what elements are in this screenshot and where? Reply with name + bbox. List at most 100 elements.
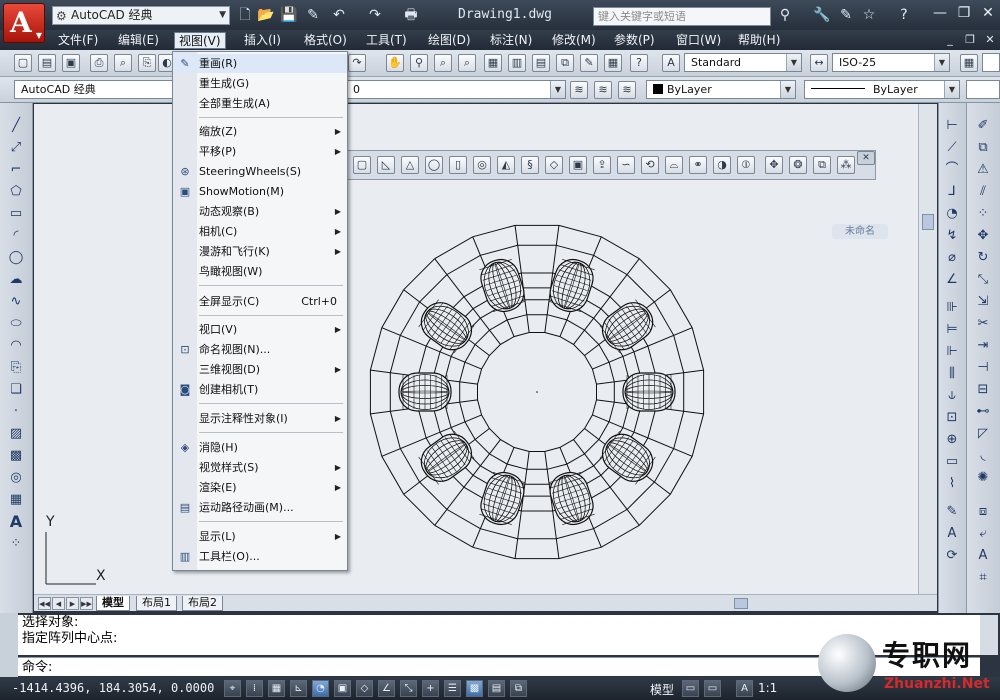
menu-edit[interactable]: 编辑(E) xyxy=(114,32,163,49)
revision-cloud-icon[interactable]: ☁ xyxy=(6,271,26,289)
menu-file[interactable]: 文件(F) xyxy=(54,32,102,49)
continue-dim-icon[interactable]: ⊩ xyxy=(942,343,962,361)
make-layer-current-icon[interactable]: ≋ xyxy=(570,81,588,99)
save-icon[interactable]: ▣ xyxy=(62,54,80,72)
object-snap-tracking-icon[interactable]: ∠ xyxy=(378,680,395,697)
fillet-icon[interactable]: ◟ xyxy=(973,447,993,465)
workspace-switcher[interactable]: ⚙ AutoCAD 经典 ▼ xyxy=(52,6,230,25)
point-icon[interactable]: · xyxy=(6,403,26,421)
tool-palettes-icon[interactable]: ▤ xyxy=(532,54,550,72)
menu-item-redraw[interactable]: ✎ 重画(R) xyxy=(173,54,347,73)
save-icon[interactable]: 💾 xyxy=(280,6,298,24)
viewcube-named-view[interactable]: 未命名 xyxy=(832,224,888,239)
menu-item-hide[interactable]: ◈ 消隐(H) xyxy=(173,438,347,457)
text-style-combo[interactable]: Standard ▼ xyxy=(684,53,802,72)
line-icon[interactable]: ╱ xyxy=(6,117,26,135)
menu-item-named-views[interactable]: ⊡ 命名视图(N)... xyxy=(173,340,347,359)
hatch-icon[interactable]: ▨ xyxy=(6,425,26,443)
grid-display-icon[interactable]: ▦ xyxy=(268,680,285,697)
transparency-icon[interactable]: ▩ xyxy=(466,680,483,697)
help-icon[interactable]: ? xyxy=(630,54,648,72)
draworder-icon[interactable]: ⧈ xyxy=(973,503,993,521)
menu-window[interactable]: 窗口(W) xyxy=(672,32,725,49)
menu-dimension[interactable]: 标注(N) xyxy=(486,32,536,49)
last-tab-icon[interactable]: ▶▶ xyxy=(80,597,93,610)
markup-icon[interactable]: ✎ xyxy=(580,54,598,72)
menu-item-aerial-view[interactable]: 鸟瞰视图(W) xyxy=(173,262,347,281)
planar-surface-icon[interactable]: ◇ xyxy=(545,156,563,174)
menu-item-3d-views[interactable]: 三维视图(D) ▶ xyxy=(173,360,347,379)
diameter-dim-icon[interactable]: ⌀ xyxy=(942,249,962,267)
array-icon[interactable]: ⁘ xyxy=(973,205,993,223)
polyline-icon[interactable]: ⌐ xyxy=(6,161,26,179)
plot-icon[interactable]: ⎙ xyxy=(90,54,108,72)
ellipse-arc-icon[interactable]: ◠ xyxy=(6,337,26,355)
arc-icon[interactable]: ◜ xyxy=(6,227,26,245)
offset-icon[interactable]: ⫽ xyxy=(973,183,993,201)
circle-icon[interactable]: ◯ xyxy=(6,249,26,267)
dim-style-icon[interactable]: ↔ xyxy=(810,54,828,72)
dim-update-icon[interactable]: ⟳ xyxy=(942,547,962,565)
help-icon[interactable]: ? xyxy=(894,6,914,24)
menu-item-render[interactable]: 渲染(E) ▶ xyxy=(173,478,347,497)
menu-item-steeringwheels[interactable]: ⊛ SteeringWheels(S) xyxy=(173,162,347,181)
chamfer-icon[interactable]: ◸ xyxy=(973,425,993,443)
scroll-thumb[interactable] xyxy=(922,214,934,230)
zoom-window-icon[interactable]: ⌕ xyxy=(434,54,452,72)
linetype-combo[interactable]: ByLayer ▼ xyxy=(804,80,960,99)
redo-icon[interactable]: ↷ xyxy=(366,6,384,24)
torus-icon[interactable]: ◎ xyxy=(473,156,491,174)
dim-space-icon[interactable]: ⫼ xyxy=(942,365,962,383)
intersect-icon[interactable]: ⦶ xyxy=(737,156,755,174)
text-icon[interactable]: A xyxy=(973,547,993,565)
menu-draw[interactable]: 绘图(D) xyxy=(424,32,475,49)
quick-dim-icon[interactable]: ⊪ xyxy=(942,299,962,317)
cylinder-icon[interactable]: ▯ xyxy=(449,156,467,174)
menu-view[interactable]: 视图(V) xyxy=(174,32,226,49)
scale-icon[interactable]: ⤡ xyxy=(973,271,993,289)
plot-preview-icon[interactable]: ⌕ xyxy=(114,54,132,72)
union-icon[interactable]: ⚭ xyxy=(689,156,707,174)
binoculars-icon[interactable]: ⚲ xyxy=(775,6,795,24)
menu-item-fullscreen[interactable]: 全屏显示(C) Ctrl+0 xyxy=(173,292,347,311)
menu-item-toolbars[interactable]: ▥ 工具栏(O)... xyxy=(173,547,347,566)
sweep-icon[interactable]: ∽ xyxy=(617,156,635,174)
helix-icon[interactable]: § xyxy=(521,156,539,174)
ellipse-icon[interactable]: ⬭ xyxy=(6,315,26,333)
dim-text-edit-icon[interactable]: A xyxy=(942,525,962,543)
rectangle-icon[interactable]: ▭ xyxy=(6,205,26,223)
quickcalc-icon[interactable]: ▦ xyxy=(604,54,622,72)
menu-parametric[interactable]: 参数(P) xyxy=(610,32,659,49)
show-lineweight-icon[interactable]: ☰ xyxy=(444,680,461,697)
layer-combo[interactable]: 0 ▼ xyxy=(346,80,566,99)
search-input[interactable]: 键入关键字或短语 xyxy=(593,7,771,26)
dynamic-ucs-icon[interactable]: ⤡ xyxy=(400,680,417,697)
communication-center-icon[interactable]: 🔧 xyxy=(812,6,832,24)
ordinate-dim-icon[interactable]: ⅃ xyxy=(942,183,962,201)
design-center-icon[interactable]: ▥ xyxy=(508,54,526,72)
extend-icon[interactable]: ⇥ xyxy=(973,337,993,355)
menu-item-motion-path[interactable]: ▤ 运动路径动画(M)... xyxy=(173,498,347,517)
wedge-icon[interactable]: △ xyxy=(401,156,419,174)
polygon-icon[interactable]: ⬠ xyxy=(6,183,26,201)
command-window-handle[interactable] xyxy=(0,613,18,677)
trim-icon[interactable]: ✂ xyxy=(973,315,993,333)
construction-line-icon[interactable]: ⤢ xyxy=(6,139,26,157)
baseline-dim-icon[interactable]: ⊨ xyxy=(942,321,962,339)
dynamic-input-icon[interactable]: + xyxy=(422,680,439,697)
favorites-star-icon[interactable]: ☆ xyxy=(859,6,879,24)
add-selected-icon[interactable]: ⁘ xyxy=(6,535,26,553)
first-tab-icon[interactable]: ◀◀ xyxy=(38,597,51,610)
menu-item-orbit[interactable]: 动态观察(B) ▶ xyxy=(173,202,347,221)
mirror-icon[interactable]: ⚠ xyxy=(973,161,993,179)
open-file-icon[interactable]: 📂 xyxy=(257,6,275,24)
new-file-icon[interactable]: 🗋 xyxy=(236,6,254,24)
spline-icon[interactable]: ∿ xyxy=(6,293,26,311)
subscription-icon[interactable]: ✎ xyxy=(836,6,856,24)
table-icon[interactable]: ▦ xyxy=(6,491,26,509)
color-combo[interactable]: ByLayer ▼ xyxy=(646,80,796,99)
break-at-point-icon[interactable]: ⊣ xyxy=(973,359,993,377)
quick-view-layouts-icon[interactable]: ▭ xyxy=(682,680,699,697)
dim-edit-icon[interactable]: ✎ xyxy=(942,503,962,521)
linear-dim-icon[interactable]: ⊢ xyxy=(942,117,962,135)
